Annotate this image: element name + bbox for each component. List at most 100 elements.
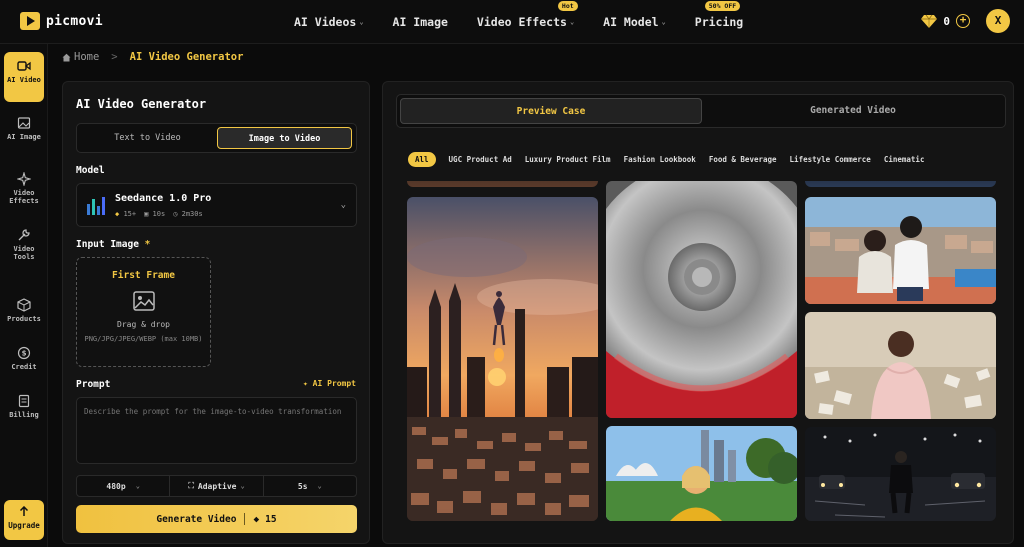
model-cost: ◆ 15+ (115, 210, 136, 218)
preview-thumbnail[interactable] (805, 181, 996, 187)
sidebar-item-products[interactable]: Products (4, 298, 44, 323)
travel-image (606, 426, 797, 521)
mode-switch: Text to Video Image to Video (76, 123, 357, 153)
video-icon (17, 61, 31, 71)
preview-thumbnail-product[interactable] (606, 181, 797, 418)
sparkle-icon (17, 172, 31, 186)
aspect-ratio-select[interactable]: ⛶ Adaptive ⌄ (170, 476, 264, 496)
required-mark: * (144, 239, 151, 250)
category-fashion-lookbook[interactable]: Fashion Lookbook (624, 155, 696, 164)
preview-thumbnail[interactable] (407, 181, 598, 187)
credit-count: 0 (943, 14, 950, 28)
nav-video-effects[interactable]: Video Effects ⌄ Hot (476, 1, 578, 29)
tab-image-to-video[interactable]: Image to Video (217, 127, 352, 149)
chevron-down-icon: ⌄ (569, 18, 575, 26)
model-name: Seedance 1.0 Pro (115, 193, 212, 204)
wrench-icon (18, 229, 30, 241)
category-cinematic[interactable]: Cinematic (884, 155, 925, 164)
brand-logo[interactable]: picmovi (20, 12, 103, 30)
preview-thumbnail-cinematic[interactable] (805, 427, 996, 521)
generator-panel: AI Video Generator Text to Video Image t… (62, 81, 370, 544)
button-divider (244, 513, 246, 525)
ai-prompt-label: AI Prompt (312, 379, 356, 388)
category-all[interactable]: All (408, 152, 436, 167)
category-lifestyle-commerce[interactable]: Lifestyle Commerce (790, 155, 871, 164)
sidebar-item-label: Products (7, 315, 41, 323)
resolution-select[interactable]: 480p ⌄ (77, 476, 171, 496)
breadcrumb-separator: > (111, 51, 118, 63)
model-time: ◷ 2m30s (173, 210, 203, 218)
preview-tabs: Preview Case Generated Video (396, 94, 1006, 128)
aspect-ratio-icon: ⛶ (188, 481, 194, 490)
sidebar-item-video-tools[interactable]: Video Tools (4, 228, 44, 261)
generate-label: Generate Video (156, 513, 237, 525)
arrow-up-icon (19, 506, 29, 516)
preview-thumbnail-travel[interactable] (606, 426, 797, 521)
category-filters: All UGC Product Ad Luxury Product Film F… (408, 152, 924, 167)
breadcrumb-home-label: Home (74, 51, 100, 63)
preview-thumbnail-lifestyle[interactable] (805, 197, 996, 304)
discount-badge: 50% OFF (704, 1, 741, 11)
category-luxury-product-film[interactable]: Luxury Product Film (525, 155, 611, 164)
model-select[interactable]: Seedance 1.0 Pro ◆ 15+ ▣ 10s ◷ 2m30s ⌄ (76, 183, 357, 227)
sidebar-item-credit[interactable]: $ Credit (4, 346, 44, 371)
coin-icon: $ (17, 346, 31, 360)
can-image (606, 181, 797, 418)
category-ugc-product-ad[interactable]: UGC Product Ad (449, 155, 512, 164)
nav-label: AI Videos (294, 15, 357, 29)
ai-prompt-button[interactable]: ✦ AI Prompt (303, 379, 356, 388)
prompt-input[interactable] (76, 397, 357, 464)
first-frame-upload[interactable]: First Frame Drag & drop PNG/JPG/JPEG/WEB… (76, 257, 211, 367)
model-bars-icon (87, 197, 105, 215)
receipt-icon (18, 394, 30, 408)
nav-label: AI Image (392, 15, 448, 29)
nav-ai-model[interactable]: AI Model ⌄ (603, 15, 666, 29)
nav-label: Pricing (694, 15, 744, 29)
sidebar-item-ai-image[interactable]: AI Image (4, 116, 44, 141)
preview-gallery (407, 181, 997, 521)
breadcrumb: Home > AI Video Generator (62, 51, 243, 63)
chevron-down-icon: ⌄ (661, 18, 666, 26)
user-avatar[interactable]: X (986, 9, 1010, 33)
duration-value: 5s (297, 481, 308, 491)
upgrade-label: Upgrade (8, 521, 40, 530)
nav-ai-videos[interactable]: AI Videos ⌄ (294, 15, 364, 29)
couple-image (805, 197, 996, 304)
sidebar-item-label: Video Effects (9, 189, 39, 205)
resolution-value: 480p (106, 481, 126, 491)
input-image-label-text: Input Image (76, 239, 139, 250)
sidebar-item-video-effects[interactable]: Video Effects (4, 172, 44, 205)
box-icon (17, 298, 31, 312)
sidebar-item-label: AI Video (7, 76, 41, 84)
nav-label: Video Effects (476, 15, 567, 29)
hot-badge: Hot (557, 1, 578, 11)
nav-pricing[interactable]: Pricing 50% OFF (694, 1, 744, 29)
breadcrumb-home[interactable]: Home (62, 51, 99, 63)
preview-thumbnail-skyline[interactable] (407, 197, 598, 521)
duration-select[interactable]: 5s ⌄ (264, 476, 356, 496)
tab-preview-case[interactable]: Preview Case (400, 98, 702, 124)
aspect-ratio-value: Adaptive (197, 481, 237, 491)
diamond-icon: ◆ (115, 210, 120, 218)
home-icon (62, 53, 71, 61)
nav-label: AI Model (603, 15, 659, 29)
upgrade-button[interactable]: Upgrade (4, 500, 44, 540)
model-duration-value: 10s (152, 210, 166, 218)
sidebar-item-label: Billing (9, 411, 39, 419)
upload-drag-text: Drag & drop (117, 320, 170, 329)
add-credits-icon[interactable]: + (956, 14, 970, 28)
preview-thumbnail-fashion[interactable] (805, 312, 996, 419)
tab-text-to-video[interactable]: Text to Video (80, 127, 215, 149)
chevron-down-icon: ⌄ (135, 482, 140, 490)
sidebar-item-billing[interactable]: Billing (4, 394, 44, 419)
chevron-down-icon: ⌄ (340, 200, 346, 210)
chevron-down-icon: ⌄ (317, 482, 322, 490)
nav-ai-image[interactable]: AI Image (393, 15, 448, 29)
night-street-image (805, 427, 996, 521)
prompt-label: Prompt (76, 379, 111, 390)
generate-video-button[interactable]: Generate Video ◆ 15 (76, 505, 357, 533)
tab-generated-video[interactable]: Generated Video (702, 98, 1004, 124)
sidebar: AI Video AI Image Video Effects Video To… (0, 44, 48, 547)
sidebar-item-ai-video[interactable]: AI Video (4, 52, 44, 102)
category-food-beverage[interactable]: Food & Beverage (709, 155, 777, 164)
